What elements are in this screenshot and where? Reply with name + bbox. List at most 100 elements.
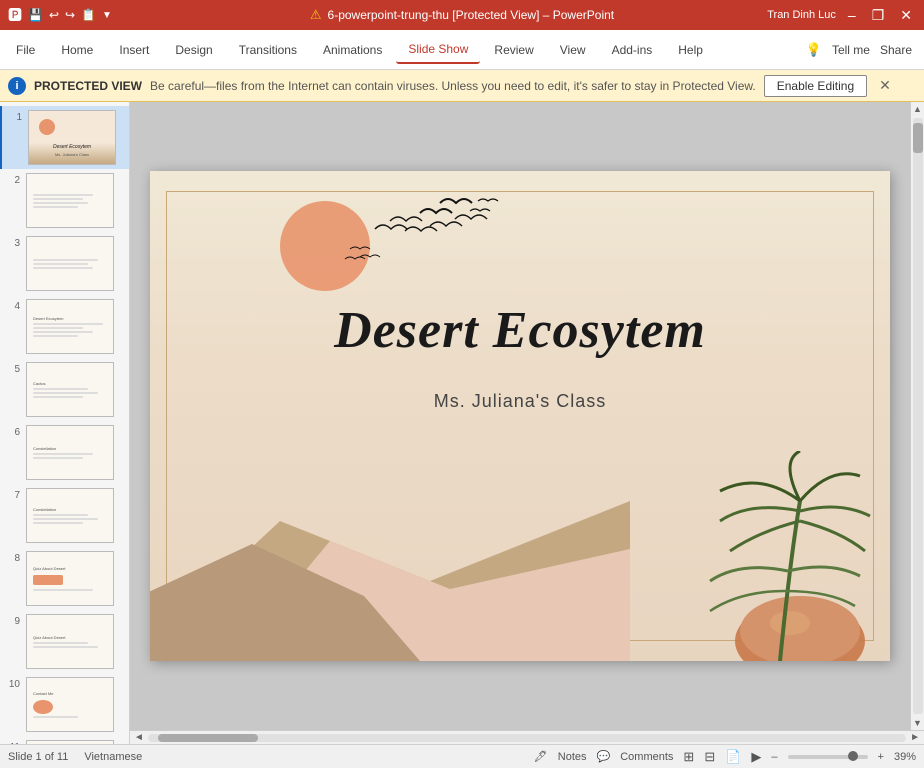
scroll-track[interactable] — [148, 734, 906, 742]
quick-access-save[interactable]: 💾 — [28, 8, 43, 22]
comments-icon[interactable]: 💬 — [597, 750, 611, 763]
slideshow-icon[interactable]: ▶ — [751, 749, 761, 765]
reading-view-icon[interactable]: 📄 — [725, 749, 741, 765]
slide-num-2: 2 — [6, 173, 20, 186]
slide-thumb-2[interactable]: 2 — [0, 169, 129, 232]
slide-thumb-8[interactable]: 8 Quiz About Desert — [0, 547, 129, 610]
protected-view-message: Be careful—files from the Internet can c… — [150, 79, 756, 93]
window-restore-button[interactable]: ❐ — [868, 7, 889, 24]
title-bar-left: 🅿 💾 ↩ ↪ 📋 ▼ — [8, 5, 112, 25]
thumb-line — [33, 388, 88, 390]
protected-view-bar: i PROTECTED VIEW Be careful—files from t… — [0, 70, 924, 102]
thumb-line — [33, 392, 98, 394]
window-title: ⚠ 6-powerpoint-trung-thu [Protected View… — [310, 7, 614, 23]
zoom-plus-button[interactable]: + — [878, 751, 884, 763]
slide-thumb-9[interactable]: 9 Quiz About Desert — [0, 610, 129, 673]
share-button[interactable]: Share — [880, 43, 912, 57]
language-indicator: Vietnamese — [84, 751, 142, 763]
enable-editing-button[interactable]: Enable Editing — [764, 75, 867, 97]
zoom-thumb[interactable] — [848, 751, 858, 761]
zoom-slider[interactable] — [788, 755, 868, 759]
tell-me-text[interactable]: Tell me — [832, 43, 870, 57]
slide-canvas: Desert Ecosytem Ms. Juliana's Class — [150, 171, 890, 661]
slide-thumbnail-8[interactable]: Quiz About Desert — [26, 551, 114, 606]
slide-thumbnail-2[interactable] — [26, 173, 114, 228]
slide-thumbnail-6[interactable]: Constellation — [26, 425, 114, 480]
slide-thumb-1[interactable]: 1 Desert Ecosytem Ms. Juliana's Class — [0, 106, 129, 169]
title-bar: 🅿 💾 ↩ ↪ 📋 ▼ ⚠ 6-powerpoint-trung-thu [Pr… — [0, 0, 924, 30]
slide-num-6: 6 — [6, 425, 20, 438]
slide-info: Slide 1 of 11 — [8, 751, 68, 763]
tab-animations[interactable]: Animations — [311, 37, 394, 63]
slide-thumbnail-3[interactable] — [26, 236, 114, 291]
scroll-right-arrow[interactable]: ► — [908, 732, 922, 743]
slide-thumbnail-9[interactable]: Quiz About Desert — [26, 614, 114, 669]
normal-view-icon[interactable]: ⊞ — [683, 749, 694, 765]
tab-help[interactable]: Help — [666, 37, 715, 63]
powerpoint-logo-icon: 🅿 — [8, 5, 22, 25]
thumb-line — [33, 396, 83, 398]
slide-sorter-icon[interactable]: ⊟ — [704, 749, 715, 765]
tab-slideshow[interactable]: Slide Show — [396, 36, 480, 64]
zoom-minus-button[interactable]: – — [771, 751, 777, 763]
thumb-line — [33, 263, 88, 265]
slide-thumbnail-1[interactable]: Desert Ecosytem Ms. Juliana's Class — [28, 110, 116, 165]
right-scroll-thumb[interactable] — [913, 123, 923, 153]
tab-design[interactable]: Design — [163, 37, 224, 63]
slide-thumb-4[interactable]: 4 Desert Ecosytem — [0, 295, 129, 358]
slide-thumbnail-10[interactable]: Contact Me — [26, 677, 114, 732]
scroll-left-arrow[interactable]: ◄ — [132, 732, 146, 743]
slide-thumbnail-11[interactable] — [26, 740, 114, 744]
slide-num-3: 3 — [6, 236, 20, 249]
window-close-button[interactable]: ✕ — [896, 7, 916, 24]
slide-thumb-5[interactable]: 5 Cactus — [0, 358, 129, 421]
slide-thumbnail-5[interactable]: Cactus — [26, 362, 114, 417]
tab-transitions[interactable]: Transitions — [227, 37, 309, 63]
slide-thumb-7[interactable]: 7 Constellation — [0, 484, 129, 547]
bottom-scrollbar[interactable]: ◄ ► — [130, 730, 924, 744]
quick-access-undo[interactable]: ↩ — [49, 8, 59, 22]
quick-access-clipboard[interactable]: 📋 — [81, 8, 96, 22]
slide-thumb-11[interactable]: 11 — [0, 736, 129, 744]
slide-num-9: 9 — [6, 614, 20, 627]
thumb-line — [33, 642, 88, 644]
thumb-line — [33, 646, 98, 648]
slide-thumbnail-4[interactable]: Desert Ecosytem — [26, 299, 114, 354]
canvas-right-wrap: Desert Ecosytem Ms. Juliana's Class — [130, 102, 924, 744]
slide-thumb-3[interactable]: 3 — [0, 232, 129, 295]
status-bar: Slide 1 of 11 Vietnamese 🖋 Notes 💬 Comme… — [0, 744, 924, 768]
window-minimize-button[interactable]: – — [844, 7, 860, 23]
main-area: 1 Desert Ecosytem Ms. Juliana's Class 2 … — [0, 102, 924, 744]
slide-thumbnail-7[interactable]: Constellation — [26, 488, 114, 543]
warning-icon: ⚠ — [310, 7, 322, 23]
slide-subtitle: Ms. Juliana's Class — [150, 391, 890, 412]
tab-file[interactable]: File — [4, 37, 47, 63]
slide-title: Desert Ecosytem — [150, 301, 890, 360]
thumb-line — [33, 522, 83, 524]
tab-insert[interactable]: Insert — [107, 37, 161, 63]
close-protected-bar-button[interactable]: ✕ — [875, 77, 895, 94]
desert-plant — [700, 451, 880, 661]
scroll-down-arrow[interactable]: ▼ — [913, 718, 922, 728]
thumb-line — [33, 198, 83, 200]
scroll-thumb[interactable] — [158, 734, 258, 742]
notes-button[interactable]: Notes — [558, 751, 587, 763]
comments-button[interactable]: Comments — [620, 751, 673, 763]
tab-view[interactable]: View — [548, 37, 598, 63]
tab-review[interactable]: Review — [482, 37, 545, 63]
slide-num-4: 4 — [6, 299, 20, 312]
quick-access-redo[interactable]: ↪ — [65, 8, 75, 22]
tab-addins[interactable]: Add-ins — [600, 37, 665, 63]
user-name: Tran Dinh Luc — [767, 9, 836, 21]
quick-access-dropdown[interactable]: ▼ — [102, 10, 112, 21]
title-text: 6-powerpoint-trung-thu [Protected View] … — [328, 8, 615, 22]
notes-icon[interactable]: 🖋 — [534, 750, 548, 763]
scroll-up-arrow[interactable]: ▲ — [913, 104, 922, 114]
birds-silhouette — [345, 199, 498, 259]
tab-home[interactable]: Home — [49, 37, 105, 63]
title-bar-controls: Tran Dinh Luc – ❐ ✕ — [767, 7, 916, 24]
desert-birds — [310, 191, 510, 291]
right-scrollbar[interactable]: ▲ ▼ — [910, 102, 924, 730]
slide-thumb-10[interactable]: 10 Contact Me — [0, 673, 129, 736]
slide-thumb-6[interactable]: 6 Constellation — [0, 421, 129, 484]
